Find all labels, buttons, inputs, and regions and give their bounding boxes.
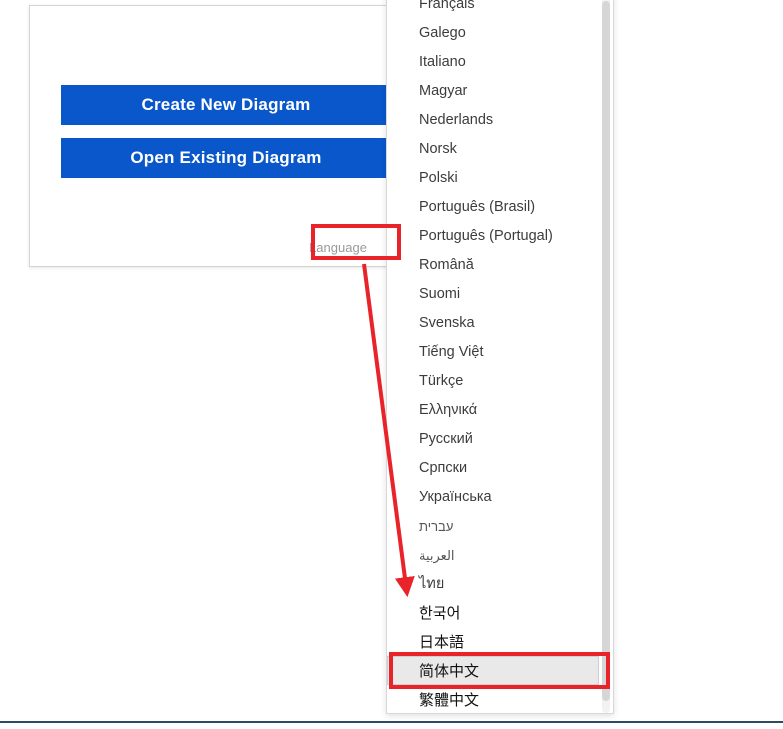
language-item[interactable]: Nederlands — [387, 105, 599, 134]
language-item[interactable]: 한국어 — [387, 598, 599, 627]
language-item[interactable]: 日本語 — [387, 627, 599, 656]
language-item[interactable]: Українська — [387, 482, 599, 511]
language-dropdown-menu[interactable]: Français Galego Italiano Magyar Nederlands No… — [386, 0, 614, 714]
window-bottom-rule — [0, 721, 783, 723]
language-item[interactable]: العربية — [387, 540, 599, 569]
language-item[interactable]: Српски — [387, 453, 599, 482]
dropdown-scrollbar-thumb[interactable] — [602, 1, 610, 701]
dropdown-scrollbar[interactable] — [602, 0, 610, 713]
open-existing-diagram-button[interactable]: Open Existing Diagram — [61, 138, 391, 178]
language-item[interactable]: 简体中文 — [387, 656, 599, 685]
start-dialog: Create New Diagram Open Existing Diagram… — [29, 5, 399, 267]
start-dialog-body: Create New Diagram Open Existing Diagram… — [30, 6, 398, 266]
language-item[interactable]: Türkçe — [387, 366, 599, 395]
language-item[interactable]: Română — [387, 250, 599, 279]
language-item[interactable]: Suomi — [387, 279, 599, 308]
language-item[interactable]: Galego — [387, 18, 599, 47]
create-new-diagram-button[interactable]: Create New Diagram — [61, 85, 391, 125]
language-list: Français Galego Italiano Magyar Nederlands No… — [387, 0, 599, 713]
language-item[interactable]: Français — [387, 0, 599, 18]
language-item[interactable]: Svenska — [387, 308, 599, 337]
language-item[interactable]: Italiano — [387, 47, 599, 76]
language-item[interactable]: Português (Brasil) — [387, 192, 599, 221]
language-item[interactable]: Norsk — [387, 134, 599, 163]
language-item[interactable]: עברית — [387, 511, 599, 540]
language-item[interactable]: Polski — [387, 163, 599, 192]
language-item[interactable]: Português (Portugal) — [387, 221, 599, 250]
language-item[interactable]: 繁體中文 — [387, 685, 599, 713]
language-item[interactable]: Русский — [387, 424, 599, 453]
language-item[interactable]: Magyar — [387, 76, 599, 105]
language-item[interactable]: Ελληνικά — [387, 395, 599, 424]
language-item[interactable]: Tiếng Việt — [387, 337, 599, 366]
language-item[interactable]: ไทย — [387, 569, 599, 598]
language-button[interactable]: Language — [285, 234, 391, 262]
